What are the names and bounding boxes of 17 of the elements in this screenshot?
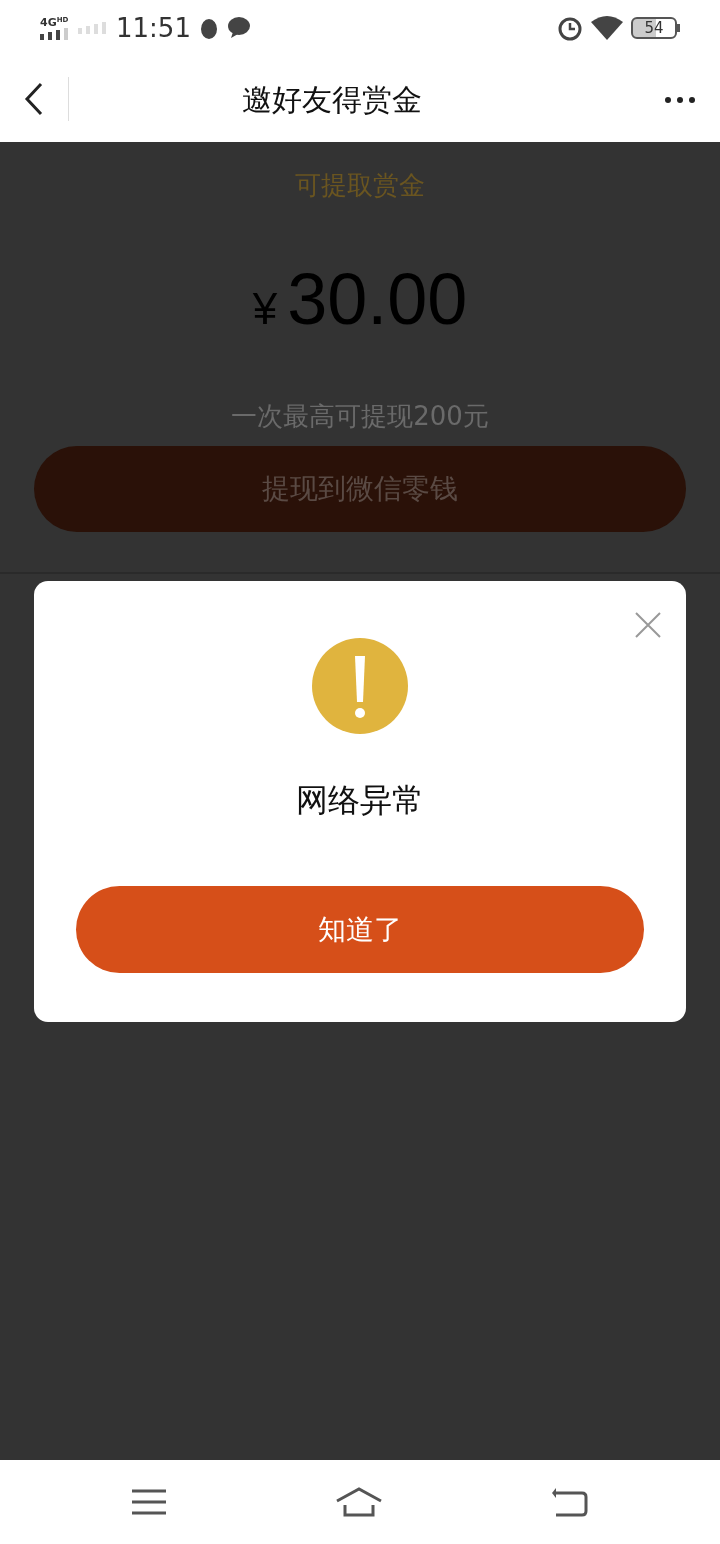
home-button[interactable] <box>335 1487 383 1517</box>
page-title: 邀好友得赏金 <box>240 80 423 119</box>
ok-button[interactable]: 知道了 <box>76 886 644 973</box>
back-nav-button[interactable] <box>551 1487 588 1517</box>
chat-bubble-icon <box>226 17 251 39</box>
error-message: 网络异常 <box>296 780 424 821</box>
wifi-icon <box>591 16 623 40</box>
clock-time: 11:51 <box>116 11 191 45</box>
battery-level: 54 <box>631 17 677 39</box>
close-button[interactable] <box>634 611 662 639</box>
weak-signal-icon <box>78 22 108 34</box>
menu-button[interactable] <box>132 1489 167 1515</box>
warning-icon <box>312 638 408 734</box>
withdraw-button[interactable]: 提现到微信零钱 <box>34 446 686 532</box>
back-button[interactable] <box>24 82 44 116</box>
alarm-icon <box>557 15 583 41</box>
more-icon <box>664 95 696 104</box>
